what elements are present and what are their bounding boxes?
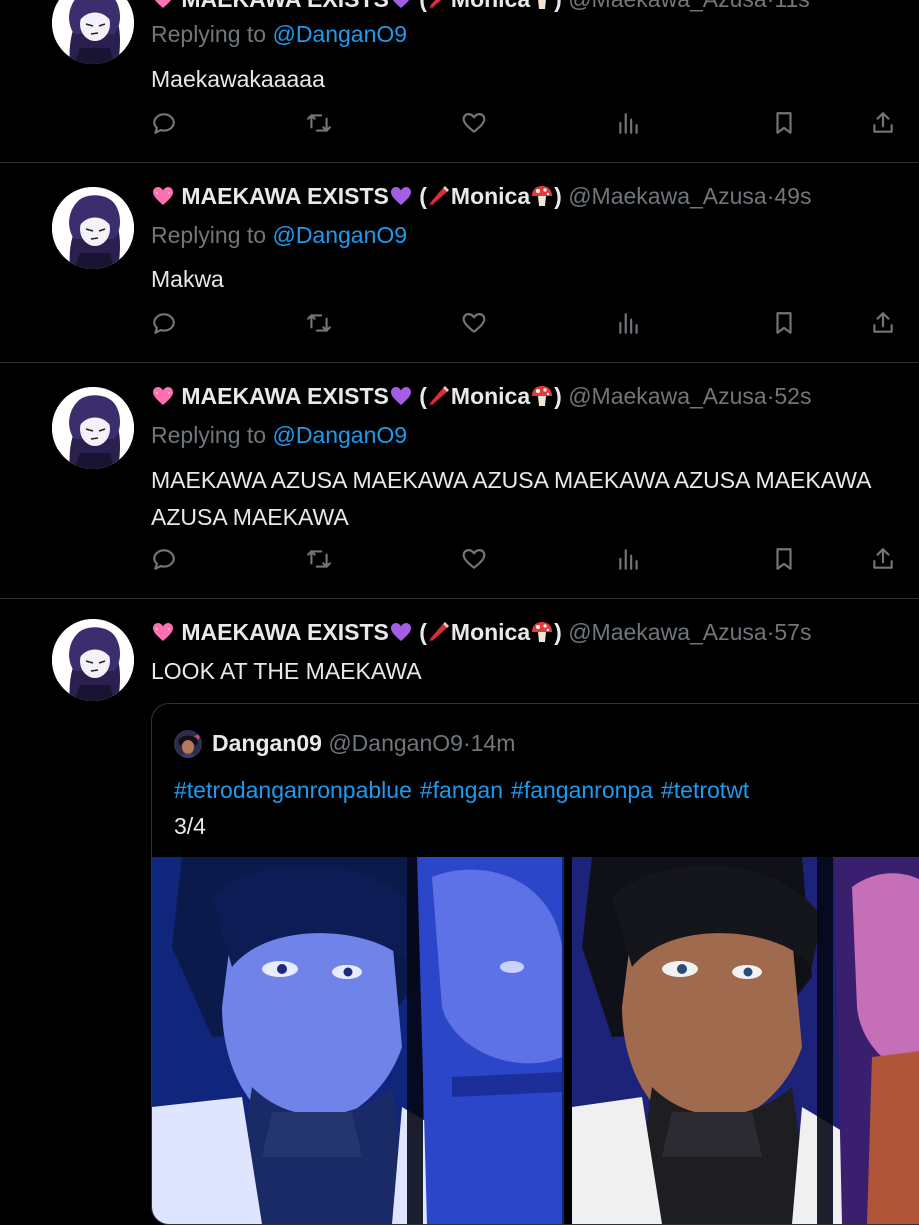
replying-to: Replying to @DanganO9 xyxy=(151,422,408,448)
tweet-text: Maekawakaaaaa xyxy=(151,66,325,92)
pink-heart-emoji xyxy=(151,0,175,11)
crayon-emoji xyxy=(427,620,451,644)
bookmark-icon[interactable] xyxy=(771,546,799,574)
mushroom-emoji xyxy=(530,184,554,208)
replying-to-link[interactable]: @DanganO9 xyxy=(272,21,407,47)
quoted-timestamp[interactable]: 14m xyxy=(471,730,516,756)
display-name-suffix: Monica xyxy=(451,0,530,12)
tweet-text: Makwa xyxy=(151,266,224,292)
action-bar xyxy=(151,110,911,138)
display-name[interactable]: MAEKAWA EXISTS xyxy=(181,383,388,409)
purple-heart-emoji xyxy=(389,184,413,208)
action-bar xyxy=(151,310,911,338)
timestamp[interactable]: 57s xyxy=(774,619,811,645)
tweet-text: LOOK AT THE MAEKAWA xyxy=(151,658,422,684)
replying-to-link[interactable]: @DanganO9 xyxy=(272,222,407,248)
timestamp[interactable]: 52s xyxy=(774,383,811,409)
pink-heart-emoji xyxy=(151,384,175,408)
crayon-emoji xyxy=(427,184,451,208)
mushroom-emoji xyxy=(530,620,554,644)
display-name-suffix: Monica xyxy=(450,183,531,209)
action-bar xyxy=(151,546,911,574)
hashtag-link[interactable]: #fanganronpa xyxy=(511,777,653,803)
replying-to: Replying to @DanganO9 xyxy=(151,21,408,47)
views-icon[interactable] xyxy=(616,546,644,574)
pink-heart-emoji xyxy=(151,184,175,208)
pink-heart-emoji xyxy=(151,620,175,644)
reply-icon[interactable] xyxy=(151,110,179,138)
quoted-handle[interactable]: @DanganO9 xyxy=(328,730,463,756)
display-name[interactable]: MAEKAWA EXISTS xyxy=(181,619,388,645)
quoted-header: Dangan09 @DanganO9·14m xyxy=(212,730,516,756)
replying-to: Replying to @DanganO9 xyxy=(151,222,408,248)
display-name-suffix: Monica xyxy=(450,383,531,409)
display-name[interactable]: MAEKAWA EXISTS xyxy=(181,0,388,12)
avatar[interactable] xyxy=(52,0,134,64)
handle[interactable]: @Maekawa_Azusa xyxy=(568,183,767,209)
timestamp[interactable]: 49s xyxy=(774,183,811,209)
tweet-text-line-2: AZUSA MAEKAWA xyxy=(151,504,349,530)
purple-heart-emoji xyxy=(389,384,413,408)
handle[interactable]: @Maekawa_Azusa xyxy=(568,0,767,12)
avatar[interactable] xyxy=(52,187,134,269)
tweet-header: MAEKAWA EXISTS (Monica) @Maekawa_Azusa·5… xyxy=(151,381,811,411)
quoted-hashtags: #tetrodanganronpablue #fangan #fanganronpa… xyxy=(174,774,757,806)
views-icon[interactable] xyxy=(616,310,644,338)
purple-heart-emoji xyxy=(389,620,413,644)
purple-heart-emoji xyxy=(389,0,413,11)
tweet-header: MAEKAWA EXISTS (Monica) @Maekawa_Azusa·4… xyxy=(151,181,811,211)
share-icon[interactable] xyxy=(870,310,898,338)
share-icon[interactable] xyxy=(870,110,898,138)
quoted-avatar[interactable] xyxy=(174,730,202,758)
views-icon[interactable] xyxy=(616,110,644,138)
retweet-icon[interactable] xyxy=(306,310,334,338)
hashtag-link[interactable]: #fangan xyxy=(420,777,503,803)
avatar[interactable] xyxy=(52,619,134,701)
tweet[interactable]: MAEKAWA EXISTS (Monica) @Maekawa_Azusa·4… xyxy=(0,163,919,362)
retweet-icon[interactable] xyxy=(306,110,334,138)
replying-to-link[interactable]: @DanganO9 xyxy=(272,422,407,448)
quoted-counter: 3/4 xyxy=(174,813,206,839)
hashtag-link[interactable]: #tetrodanganronpablue xyxy=(174,777,412,803)
handle[interactable]: @Maekawa_Azusa xyxy=(568,619,767,645)
display-name[interactable]: MAEKAWA EXISTS xyxy=(181,183,388,209)
reply-icon[interactable] xyxy=(151,546,179,574)
quoted-display-name[interactable]: Dangan09 xyxy=(212,730,322,756)
crayon-emoji xyxy=(427,384,451,408)
tweet[interactable]: MAEKAWA EXISTS (Monica) @Maekawa_Azusa·5… xyxy=(0,363,919,598)
handle[interactable]: @Maekawa_Azusa xyxy=(568,383,767,409)
quoted-tweet[interactable]: Dangan09 @DanganO9·14m #tetrodanganronpa… xyxy=(151,703,919,1225)
reply-icon[interactable] xyxy=(151,310,179,338)
like-icon[interactable] xyxy=(461,546,489,574)
like-icon[interactable] xyxy=(461,310,489,338)
tweet[interactable]: MAEKAWA EXISTS (Monica) @Maekawa_Azusa·1… xyxy=(0,0,919,162)
bookmark-icon[interactable] xyxy=(771,310,799,338)
artwork-right-panel xyxy=(572,857,919,1224)
avatar[interactable] xyxy=(52,387,134,469)
artwork-left-panel xyxy=(152,857,564,1224)
mushroom-emoji xyxy=(530,0,554,11)
display-name-suffix: Monica xyxy=(450,619,531,645)
crayon-emoji xyxy=(427,0,451,11)
retweet-icon[interactable] xyxy=(306,546,334,574)
tweet-header: MAEKAWA EXISTS (Monica) @Maekawa_Azusa·1… xyxy=(151,0,810,14)
share-icon[interactable] xyxy=(870,546,898,574)
like-icon[interactable] xyxy=(461,110,489,138)
mushroom-emoji xyxy=(530,384,554,408)
tweet-text-line-1: MAEKAWA AZUSA MAEKAWA AZUSA MAEKAWA AZUS… xyxy=(151,467,872,493)
hashtag-link[interactable]: #tetrotwt xyxy=(661,777,749,803)
quoted-image[interactable] xyxy=(152,857,919,1224)
tweet-header: MAEKAWA EXISTS (Monica) @Maekawa_Azusa·5… xyxy=(151,617,811,647)
bookmark-icon[interactable] xyxy=(771,110,799,138)
timestamp[interactable]: 11s xyxy=(774,0,809,12)
